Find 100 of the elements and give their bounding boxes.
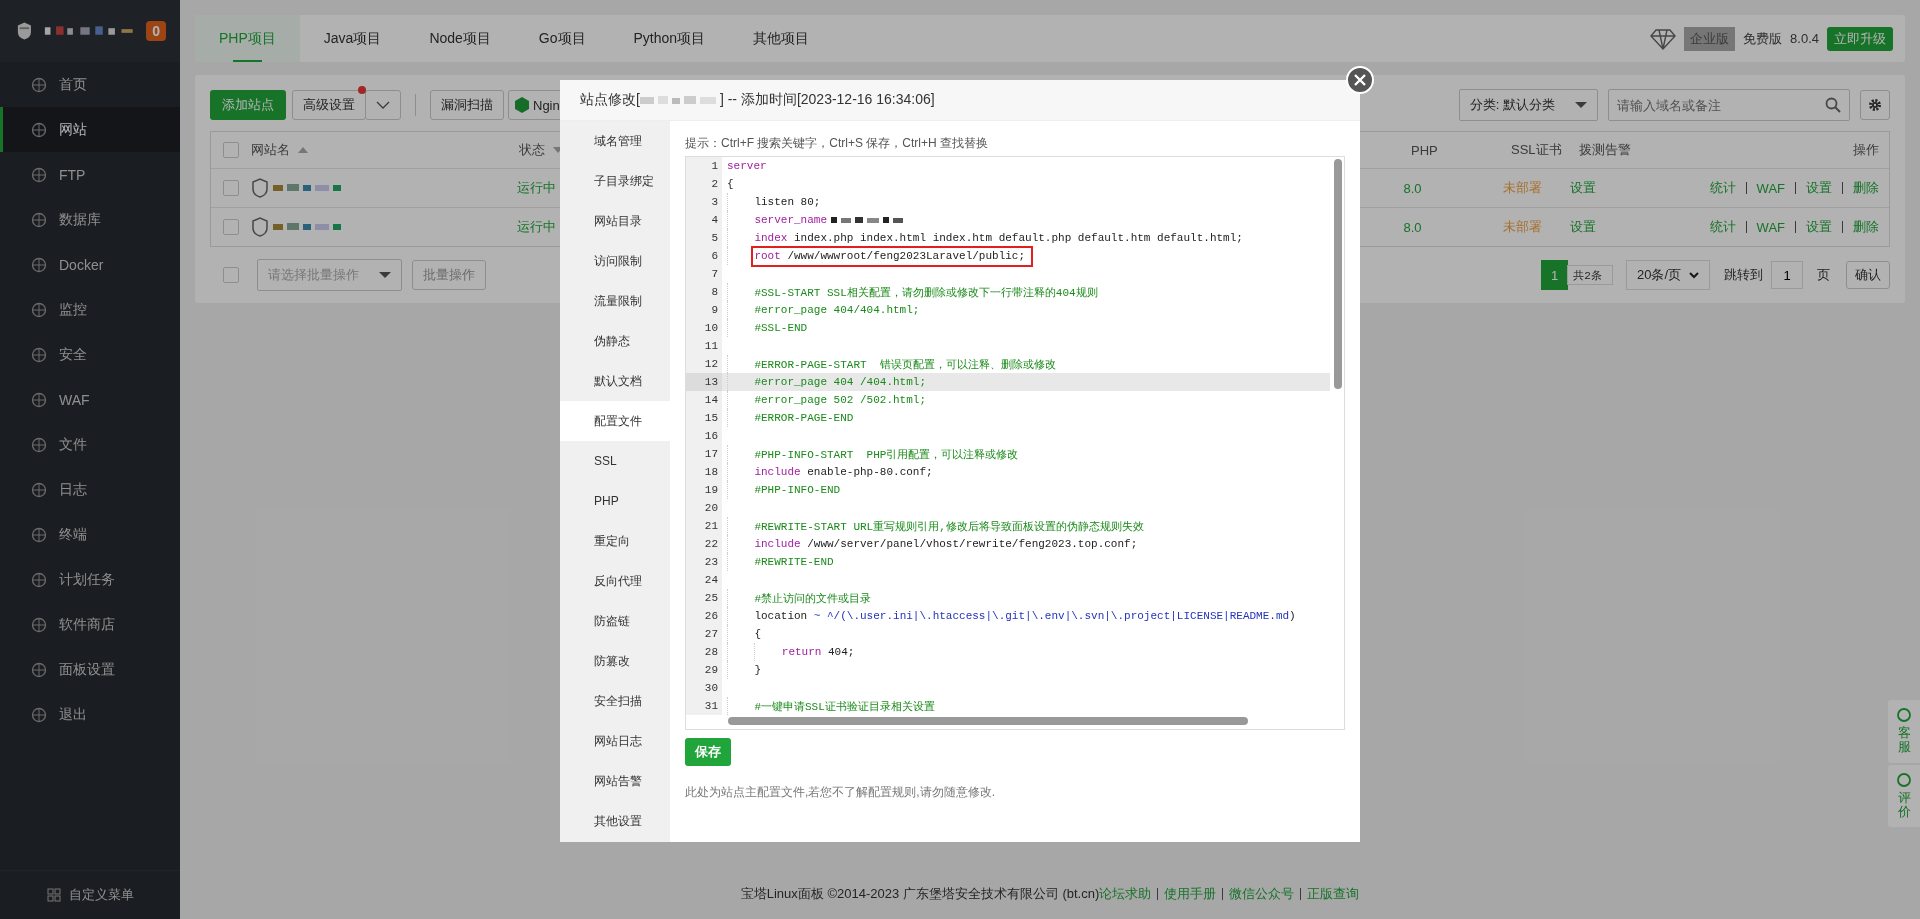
php-version[interactable]: 8.0 [1403,180,1503,196]
code-line: #REWRITE-END [753,555,835,570]
code-line: server_name [751,209,925,231]
checkbox[interactable] [223,142,239,158]
line-number: 20 [686,499,722,517]
checkbox[interactable] [222,180,239,196]
save-button[interactable]: 保存 [685,738,731,766]
page-input[interactable]: 1 [1771,261,1803,289]
goto-label: 跳转到 [1724,266,1763,284]
dialog-nav-item[interactable]: 反向代理 [560,561,670,601]
sidebar-item[interactable]: 安全 [0,332,180,377]
project-tab[interactable]: Java项目 [299,15,406,62]
dropdown-button[interactable] [365,90,401,120]
sidebar-item[interactable]: 文件 [0,422,180,467]
page-size-select[interactable]: 20条/页 [1625,260,1710,290]
settings-button[interactable] [1860,90,1890,120]
sidebar-item[interactable]: 日志 [0,467,180,512]
code-editor[interactable] [685,156,1345,730]
scrollbar[interactable] [1334,159,1342,389]
add-site-button[interactable]: 添加站点 [210,90,286,120]
action-link[interactable]: WAF [1756,180,1785,196]
dialog-nav-item[interactable]: 流量限制 [560,281,670,321]
project-tab[interactable]: Python项目 [609,15,730,62]
dialog-nav-item[interactable]: 默认文档 [560,361,670,401]
dialog-nav-item[interactable]: 子目录绑定 [560,161,670,201]
column-header[interactable]: SSL证书 [1511,141,1579,159]
dialog-nav-item[interactable]: 访问限制 [560,241,670,281]
action-link[interactable]: WAF [1756,219,1785,235]
confirm-button[interactable]: 确认 [1846,261,1890,289]
sidebar-item[interactable]: 监控 [0,287,180,332]
dialog-nav-item[interactable]: 防盗链 [560,601,670,641]
project-tab[interactable]: 其他项目 [729,15,834,62]
code-line: include enable-php-80.conf; [753,465,934,480]
advanced-settings-button[interactable]: 高级设置 [292,90,366,120]
column-header[interactable]: 拨测告警 [1579,141,1719,159]
column-header[interactable]: 操作 [1719,141,1889,159]
shield-icon [250,178,269,198]
sidebar-item[interactable]: 面板设置 [0,647,180,692]
dialog-title: ] -- 添加时间[2023-12-16 16:34:06] [719,91,935,109]
dialog-nav-item[interactable]: 网站目录 [560,201,670,241]
project-tab[interactable]: Node项目 [405,15,515,62]
code-line: index index.php index.html index.htm default.php default.htm default.html; [753,231,1244,246]
dialog-nav-item[interactable]: 安全扫描 [560,681,670,721]
sidebar-item[interactable]: Docker [0,242,180,287]
close-button[interactable] [1346,66,1374,94]
code-line: #REWRITE-START URL重写规则引用,修改后将导致面板设置的伪静态规则失效 [753,519,1145,535]
action-link[interactable]: 删除 [1853,218,1879,236]
dialog-nav-item[interactable]: 其他设置 [560,801,670,841]
sidebar-item[interactable]: FTP [0,152,180,197]
column-header[interactable]: PHP [1411,142,1511,158]
sidebar-item[interactable]: 终端 [0,512,180,557]
line-number: 19 [686,481,722,499]
search-field[interactable]: 请输入域名或备注 [1608,89,1850,121]
shield-icon [250,217,269,237]
dialog-nav-item[interactable]: 网站告警 [560,761,670,801]
dialog-nav-item[interactable]: 重定向 [560,521,670,561]
code-line: { [753,627,762,642]
line-number: 1 [686,157,722,175]
sidebar-item[interactable]: 首页 [0,62,180,107]
dialog-nav-item[interactable]: 防篡改 [560,641,670,681]
sidebar-item[interactable]: 计划任务 [0,557,180,602]
globe-icon [31,256,47,273]
dialog-nav-item[interactable]: 配置文件 [560,401,670,441]
column-header[interactable]: 网站名 [251,141,519,159]
dialog-nav-item[interactable]: 域名管理 [560,121,670,161]
alert-settings-link[interactable]: 设置 [1570,218,1710,236]
project-tab[interactable]: Go项目 [514,15,610,62]
redacted-text-drawing [272,221,343,233]
action-link[interactable]: 统计 [1709,218,1736,236]
sidebar-item[interactable]: 网站 [0,107,180,152]
chevron-down-icon [1689,271,1699,279]
sort-ascending-icon[interactable] [298,147,308,153]
action-link[interactable]: 统计 [1709,179,1736,197]
line-number: 31 [686,697,722,715]
dialog-nav-item[interactable]: PHP [560,481,670,521]
vulnerability-scan-button[interactable]: 漏洞扫描 [430,90,504,120]
code-line: { [726,177,735,192]
action-link[interactable]: 设置 [1806,179,1832,197]
upgrade-button[interactable]: 立即升级 [1827,26,1893,51]
category-select[interactable]: 分类: 默认分类 [1458,89,1598,121]
checkbox[interactable] [223,267,239,283]
sidebar-item[interactable]: 软件商店 [0,602,180,647]
dialog-nav-item[interactable]: SSL [560,441,670,481]
dialog-nav-item[interactable]: 网站日志 [560,721,670,761]
globe-icon [31,571,47,588]
sidebar-item[interactable]: WAF [0,377,180,422]
code-line: #error_page 502 /502.html; [753,393,928,408]
page-button[interactable]: 1 [1541,260,1569,290]
globe-icon [31,706,47,723]
action-link[interactable]: 删除 [1853,179,1879,197]
alert-settings-link[interactable]: 设置 [1570,179,1710,197]
custom-menu-label[interactable]: 自定义菜单 [68,886,134,904]
action-link[interactable]: 设置 [1806,218,1832,236]
sidebar-item[interactable]: 退出 [0,692,180,737]
dialog-nav-item[interactable]: 伪静态 [560,321,670,361]
diamond-icon [1650,27,1677,50]
sidebar-item[interactable]: 数据库 [0,197,180,242]
php-version[interactable]: 8.0 [1403,219,1503,235]
checkbox[interactable] [222,219,239,235]
scrollbar[interactable] [728,717,1248,725]
